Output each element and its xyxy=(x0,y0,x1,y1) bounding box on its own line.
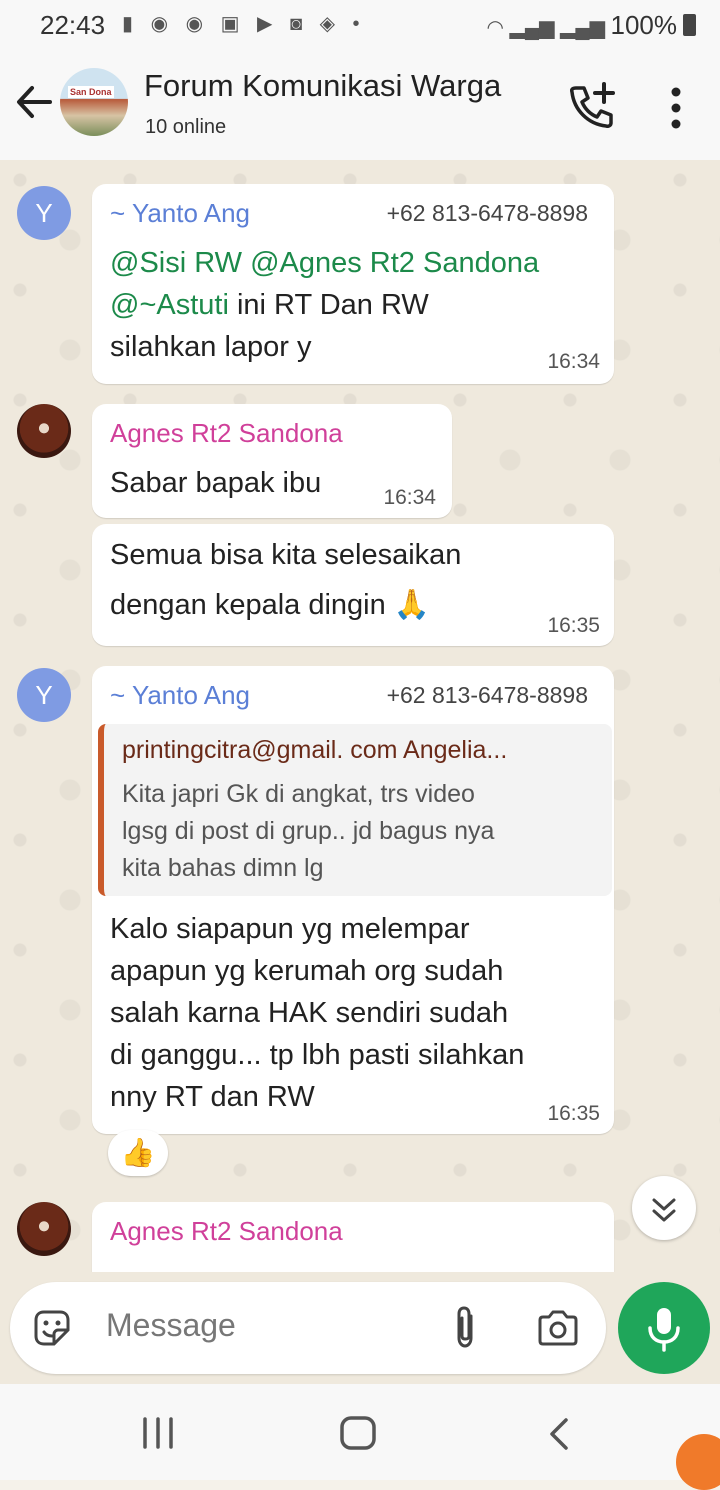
message-text-part: ini RT Dan RW xyxy=(228,289,429,321)
message-bubble[interactable]: ~ Yanto Ang +62 813-6478-8898 @Sisi RW @… xyxy=(92,184,614,384)
sender-phone: +62 813-6478-8898 xyxy=(386,200,588,226)
back-nav-icon[interactable] xyxy=(546,1416,572,1452)
message-input-container[interactable]: Message xyxy=(10,1282,606,1374)
sender-name[interactable]: Agnes Rt2 Sandona xyxy=(110,1216,343,1247)
sender-name[interactable]: ~ Yanto Ang xyxy=(110,198,250,229)
quoted-sender: printingcitra@gmail. com Angelia... xyxy=(122,736,508,764)
message-bubble[interactable]: Agnes Rt2 Sandona xyxy=(92,1202,614,1272)
more-options-icon[interactable] xyxy=(664,86,688,130)
quoted-text: kita bahas dimn lg xyxy=(122,854,324,882)
message-bubble[interactable]: Semua bisa kita selesaikan dengan kepala… xyxy=(92,524,614,646)
message-time: 16:35 xyxy=(547,614,600,637)
message-text: apapun yg kerumah org sudah xyxy=(110,955,504,987)
quoted-text: lgsg di post di grup.. jd bagus nya xyxy=(122,817,495,845)
status-bar: 22:43 ▮ ◉ ◉ ▣ ▶ ◙ ◈ • ◠ ▂▄▆ ▂▄▆ 100% xyxy=(0,0,720,52)
composer-bar: Message xyxy=(0,1272,720,1384)
double-chevron-down-icon xyxy=(652,1198,676,1222)
add-call-icon[interactable] xyxy=(566,82,616,128)
message-time: 16:35 xyxy=(547,1102,600,1125)
notification-icons: ▮ ◉ ◉ ▣ ▶ ◙ ◈ • xyxy=(122,13,366,35)
message-text: di ganggu... tp lbh pasti silahkan xyxy=(110,1039,525,1071)
recent-apps-icon[interactable] xyxy=(140,1416,176,1450)
chat-header: San Dona Forum Komunikasi Warga 10 onlin… xyxy=(0,52,720,160)
camera-icon[interactable] xyxy=(536,1308,580,1348)
status-right: ◠ ▂▄▆ ▂▄▆ 100% xyxy=(487,10,696,41)
quoted-message[interactable]: printingcitra@gmail. com Angelia... Kita… xyxy=(98,724,612,896)
group-title[interactable]: Forum Komunikasi Warga xyxy=(144,68,501,104)
sender-phone: +62 813-6478-8898 xyxy=(386,682,588,708)
message-time: 16:34 xyxy=(383,486,436,509)
message-input[interactable]: Message xyxy=(106,1307,236,1344)
microphone-icon xyxy=(648,1308,680,1352)
mention-text[interactable]: @Sisi RW @Agnes Rt2 Sandona xyxy=(110,242,539,284)
attach-icon[interactable] xyxy=(450,1304,480,1352)
sender-name[interactable]: ~ Yanto Ang xyxy=(110,680,250,711)
message-text: @~Astuti ini RT Dan RW xyxy=(110,284,429,326)
voice-record-button[interactable] xyxy=(618,1282,710,1374)
avatar[interactable]: Y xyxy=(17,186,71,240)
message-text: dengan kepala dingin 🙏 xyxy=(110,589,430,621)
message-text: silahkan lapor y xyxy=(110,331,312,363)
message-text: Semua bisa kita selesaikan xyxy=(110,539,462,571)
quoted-text: Kita japri Gk di angkat, trs video xyxy=(122,780,475,808)
group-avatar[interactable]: San Dona xyxy=(60,68,128,136)
floating-app-icon[interactable] xyxy=(676,1434,720,1490)
scroll-down-button[interactable] xyxy=(632,1176,696,1240)
message-bubble[interactable]: Agnes Rt2 Sandona Sabar bapak ibu 16:34 xyxy=(92,404,452,518)
group-avatar-label: San Dona xyxy=(68,86,114,98)
online-count: 10 online xyxy=(145,116,227,138)
message-text: Sabar bapak ibu xyxy=(110,467,322,499)
system-nav-bar xyxy=(0,1384,720,1490)
home-icon[interactable] xyxy=(338,1414,378,1452)
message-time: 16:34 xyxy=(547,350,600,373)
sender-name[interactable]: Agnes Rt2 Sandona xyxy=(110,418,343,449)
avatar[interactable] xyxy=(17,1202,71,1256)
message-list[interactable]: Y ~ Yanto Ang +62 813-6478-8898 @Sisi RW… xyxy=(0,160,720,1272)
sticker-icon[interactable] xyxy=(30,1306,74,1350)
back-arrow-icon[interactable] xyxy=(14,80,54,124)
message-bubble[interactable]: ~ Yanto Ang +62 813-6478-8898 printingci… xyxy=(92,666,614,1134)
message-text: nny RT dan RW xyxy=(110,1081,315,1113)
battery-icon xyxy=(683,14,696,36)
battery-level: 100% xyxy=(610,10,678,40)
avatar[interactable] xyxy=(17,404,71,458)
avatar[interactable]: Y xyxy=(17,668,71,722)
message-text: salah karna HAK sendiri sudah xyxy=(110,997,509,1029)
wifi-icon: ◠ ▂▄▆ ▂▄▆ xyxy=(486,17,611,39)
message-text: Kalo siapapun yg melempar xyxy=(110,913,470,945)
status-time: 22:43 xyxy=(40,10,106,40)
mention-text[interactable]: @~Astuti xyxy=(110,289,229,321)
reaction-badge[interactable]: 👍 xyxy=(108,1130,168,1176)
